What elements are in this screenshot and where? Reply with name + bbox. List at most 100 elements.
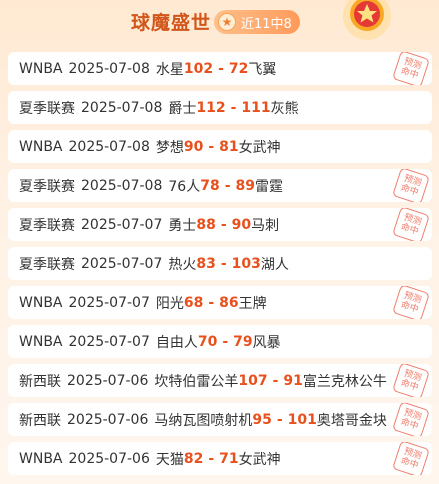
away-score: 103 [231,255,261,272]
match-row[interactable]: 新西联 2025-07-06 马纳瓦图喷射机 95-101 奥塔哥金块 预测 命中 [8,403,432,436]
match-league: 夏季联赛 [19,178,75,195]
prediction-hit-stamp: 预测 命中 [392,208,430,241]
prediction-hit-stamp: 预测 命中 [392,403,430,436]
score-separator: - [276,411,283,428]
match-row[interactable]: WNBA 2025-07-07 阳光 68-86 王牌 预测 命中 [8,286,432,319]
away-team: 雷霆 [254,178,283,195]
home-team: 阳光 [155,295,184,312]
home-team: 爵士 [168,100,197,117]
away-score: 90 [231,216,252,233]
home-team: 自由人 [155,334,198,351]
home-score: 68 [183,294,204,311]
score-separator: - [208,294,215,311]
match-league: WNBA [19,294,63,311]
away-score: 71 [219,450,239,467]
home-team: 坎特伯雷公羊 [154,373,239,390]
prediction-hit-stamp: 预测 命中 [392,52,430,85]
match-list: WNBA 2025-07-08 水星 102-72 飞翼 预测 命中 夏季联赛 2025-07-… [8,52,432,481]
score-separator: - [220,216,227,233]
match-date: 2025-07-08 [68,60,150,77]
header: 球魔盛世 ★ 近11中8 [0,0,439,46]
away-team: 灰熊 [270,100,299,117]
home-team: 76人 [168,178,201,195]
away-team: 马刺 [251,217,280,234]
away-score: 101 [287,411,317,428]
away-score: 86 [219,294,239,311]
match-date: 2025-07-06 [67,411,149,428]
star-icon: ★ [218,13,236,31]
home-team: 马纳瓦图喷射机 [154,412,253,429]
home-score: 88 [196,216,216,233]
match-row[interactable]: 夏季联赛 2025-07-07 勇士 88-90 马刺 预测 命中 [8,208,432,241]
home-team: 热火 [168,256,197,273]
home-score: 107 [238,372,268,389]
score-separator: - [230,99,237,116]
away-team: 王牌 [238,295,267,312]
match-date: 2025-07-07 [68,294,150,311]
match-league: 夏季联赛 [19,217,75,234]
match-row[interactable]: WNBA 2025-07-07 自由人 70-79 风暴 [8,325,432,358]
score-separator: - [208,450,215,467]
score-separator: - [218,60,224,77]
score-separator: - [220,255,227,272]
home-score: 70 [197,333,218,350]
match-row[interactable]: 新西联 2025-07-06 坎特伯雷公羊 107-91 富兰克林公牛 预测 命中 [8,364,432,397]
match-date: 2025-07-07 [81,255,163,272]
away-team: 女武神 [238,139,281,156]
match-date: 2025-07-06 [67,372,149,389]
home-score: 82 [183,450,204,467]
home-score: 95 [252,411,272,428]
match-league: WNBA [19,333,63,350]
prediction-hit-stamp: 预测 命中 [392,286,430,319]
home-score: 102 [183,60,214,77]
prediction-hit-stamp: 预测 命中 [392,442,430,475]
away-team: 风暴 [252,334,281,351]
match-league: WNBA [19,450,63,467]
match-row[interactable]: WNBA 2025-07-08 水星 102-72 飞翼 预测 命中 [8,52,432,85]
match-league: 新西联 [19,373,61,390]
home-score: 90 [183,138,204,155]
home-team: 水星 [155,61,184,78]
away-score: 81 [219,138,239,155]
home-team: 勇士 [168,217,197,234]
prediction-hit-stamp: 预测 命中 [392,364,430,397]
away-team: 女武神 [238,451,281,468]
match-date: 2025-07-07 [68,333,150,350]
away-score: 79 [233,333,253,350]
away-score: 91 [283,372,303,389]
home-team: 梦想 [155,139,184,156]
match-row[interactable]: WNBA 2025-07-06 天猫 82-71 女武神 预测 命中 [8,442,432,475]
match-date: 2025-07-08 [81,99,163,116]
away-score: 89 [235,177,255,194]
home-score: 78 [200,177,220,194]
away-team: 奥塔哥金块 [316,412,387,429]
match-league: 新西联 [19,412,61,429]
medal-icon [343,0,391,40]
match-date: 2025-07-08 [68,138,150,155]
record-badge: ★ 近11中8 [214,10,300,34]
match-row[interactable]: 夏季联赛 2025-07-07 热火 83-103 湖人 [8,247,432,280]
match-date: 2025-07-06 [68,450,150,467]
match-row[interactable]: WNBA 2025-07-08 梦想 90-81 女武神 [8,130,432,163]
score-separator: - [222,333,229,350]
record-badge-label: 近11中8 [241,16,292,32]
match-row[interactable]: 夏季联赛 2025-07-08 爵士 112-111 灰熊 [8,91,432,124]
match-league: 夏季联赛 [19,100,75,117]
score-separator: - [208,138,215,155]
prediction-hit-stamp: 预测 命中 [392,169,430,202]
away-team: 湖人 [260,256,289,273]
score-separator: - [272,372,279,389]
away-score: 111 [241,99,271,116]
match-date: 2025-07-08 [81,177,163,194]
match-row[interactable]: 夏季联赛 2025-07-08 76人 78-89 雷霆 预测 命中 [8,169,432,202]
home-score: 83 [196,255,216,272]
match-league: WNBA [19,60,63,77]
away-team: 飞翼 [248,61,277,78]
page-title: 球魔盛世 [131,12,212,34]
home-team: 天猫 [155,451,184,468]
away-score: 72 [228,60,249,77]
match-league: 夏季联赛 [19,256,75,273]
home-score: 112 [196,99,226,116]
match-date: 2025-07-07 [81,216,163,233]
score-separator: - [224,177,231,194]
